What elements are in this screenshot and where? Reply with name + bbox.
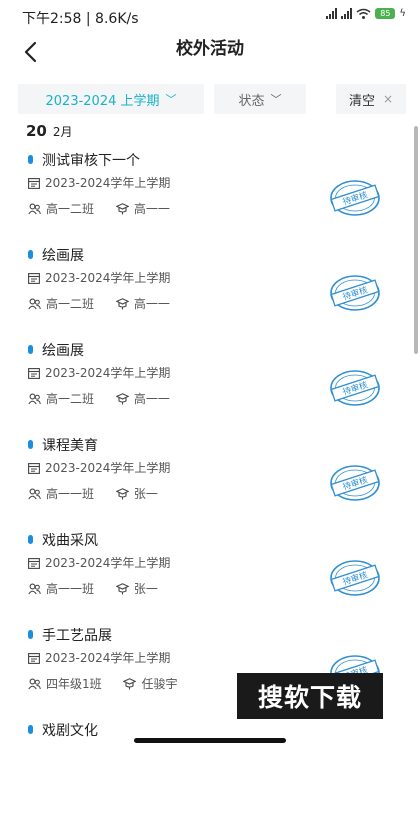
class-group-icon xyxy=(28,393,41,405)
activity-teacher: 任骏宇 xyxy=(141,677,178,691)
filter-bar: 2023-2024 上学期 ﹀ 状态 ﹀ 清空 × xyxy=(0,84,420,116)
activity-item[interactable]: 测试审核下一个 2023-2024学年上学期 高一二班 高一一 待审核 xyxy=(0,150,414,246)
activity-term: 2023-2024学年上学期 xyxy=(45,556,171,570)
activity-title: 课程美育 xyxy=(42,438,98,454)
class-group-icon xyxy=(28,678,41,690)
activity-teacher: 高一一 xyxy=(133,202,170,216)
activity-item[interactable]: 绘画展 2023-2024学年上学期 高一二班 高一一 待审核 xyxy=(0,340,414,436)
activity-title: 绘画展 xyxy=(42,343,84,359)
pending-review-stamp: 待审核 xyxy=(330,180,380,216)
activity-meta-row: 高一一班 张一 xyxy=(28,580,158,597)
class-group-icon xyxy=(28,583,41,595)
teacher-icon xyxy=(115,393,129,405)
class-group-icon xyxy=(28,203,41,215)
home-indicator xyxy=(134,738,286,743)
activity-class: 高一二班 xyxy=(46,202,95,216)
status-time: 下午2:58 | 8.6K/s xyxy=(22,11,139,27)
activity-term: 2023-2024学年上学期 xyxy=(45,366,171,380)
activity-meta-row: 高一二班 高一一 xyxy=(28,200,170,217)
pending-review-stamp: 待审核 xyxy=(330,275,380,311)
activity-item[interactable]: 戏剧文化 xyxy=(0,720,414,816)
status-filter-label: 状态 xyxy=(238,93,265,109)
calendar-doc-icon xyxy=(28,273,40,284)
title-marker-icon xyxy=(28,535,33,544)
activity-term: 2023-2024学年上学期 xyxy=(45,651,171,665)
calendar-doc-icon xyxy=(28,653,40,664)
title-marker-icon xyxy=(28,440,33,449)
activity-class: 高一二班 xyxy=(46,392,95,406)
activity-class: 高一一班 xyxy=(46,487,95,501)
activity-teacher: 张一 xyxy=(133,487,158,501)
charging-icon: ϟ xyxy=(399,8,406,19)
activity-term: 2023-2024学年上学期 xyxy=(45,176,171,190)
scrollbar[interactable] xyxy=(414,126,418,354)
activity-term: 2023-2024学年上学期 xyxy=(45,461,171,475)
pending-review-stamp: 待审核 xyxy=(330,465,380,501)
teacher-icon xyxy=(123,678,137,690)
wifi-icon xyxy=(356,8,371,19)
activity-title: 测试审核下一个 xyxy=(42,153,140,169)
group-day: 20 xyxy=(26,122,47,140)
activity-term-row: 2023-2024学年上学期 xyxy=(28,269,170,286)
activity-term: 2023-2024学年上学期 xyxy=(45,271,171,285)
activity-term-row: 2023-2024学年上学期 xyxy=(28,174,170,191)
activity-meta-row: 高一一班 张一 xyxy=(28,485,158,502)
title-marker-icon xyxy=(28,725,33,734)
activity-term-row: 2023-2024学年上学期 xyxy=(28,364,170,381)
teacher-icon xyxy=(115,203,129,215)
activity-class: 高一一班 xyxy=(46,582,95,596)
activity-teacher: 张一 xyxy=(133,582,158,596)
class-group-icon xyxy=(28,298,41,310)
activity-meta-row: 高一二班 高一一 xyxy=(28,390,170,407)
calendar-doc-icon xyxy=(28,178,40,189)
activity-teacher: 高一一 xyxy=(133,392,170,406)
title-marker-icon xyxy=(28,155,33,164)
teacher-icon xyxy=(115,298,129,310)
status-icons: 85 ϟ xyxy=(326,8,406,19)
group-month: 2月 xyxy=(52,125,73,139)
activity-title: 绘画展 xyxy=(42,248,84,264)
teacher-icon xyxy=(115,488,129,500)
clear-filters-label: 清空 xyxy=(348,93,375,109)
chevron-down-icon: ﹀ xyxy=(165,93,177,106)
teacher-icon xyxy=(115,583,129,595)
pending-review-stamp: 待审核 xyxy=(330,560,380,596)
title-marker-icon xyxy=(28,630,33,639)
header: 校外活动 xyxy=(0,30,420,74)
class-group-icon xyxy=(28,488,41,500)
activity-title: 手工艺品展 xyxy=(42,628,112,644)
activity-item[interactable]: 戏曲采风 2023-2024学年上学期 高一一班 张一 待审核 xyxy=(0,530,414,626)
pending-review-stamp: 待审核 xyxy=(330,370,380,406)
page-title: 校外活动 xyxy=(176,39,244,59)
term-filter-dropdown[interactable]: 2023-2024 上学期 ﹀ xyxy=(18,84,204,114)
signal-icon xyxy=(326,8,338,19)
calendar-doc-icon xyxy=(28,558,40,569)
clear-filters-button[interactable]: 清空 × xyxy=(336,84,406,114)
activity-class: 高一二班 xyxy=(46,297,95,311)
activity-meta-row: 四年级1班 任骏宇 xyxy=(28,675,177,692)
term-filter-label: 2023-2024 上学期 xyxy=(45,93,160,109)
activity-item[interactable]: 绘画展 2023-2024学年上学期 高一二班 高一一 待审核 xyxy=(0,245,414,341)
close-icon: × xyxy=(382,92,394,106)
watermark: 搜软下载 xyxy=(237,673,383,719)
activity-term-row: 2023-2024学年上学期 xyxy=(28,459,170,476)
status-filter-dropdown[interactable]: 状态 ﹀ xyxy=(214,84,306,114)
activity-meta-row: 高一二班 高一一 xyxy=(28,295,170,312)
title-marker-icon xyxy=(28,250,33,259)
calendar-doc-icon xyxy=(28,368,40,379)
activity-teacher: 高一一 xyxy=(133,297,170,311)
title-marker-icon xyxy=(28,345,33,354)
activity-term-row: 2023-2024学年上学期 xyxy=(28,554,170,571)
status-bar: 下午2:58 | 8.6K/s 85 ϟ xyxy=(0,0,420,30)
chevron-down-icon: ﹀ xyxy=(270,93,282,106)
calendar-doc-icon xyxy=(28,463,40,474)
signal-icon xyxy=(341,8,353,19)
activity-title: 戏剧文化 xyxy=(42,723,98,739)
activity-class: 四年级1班 xyxy=(46,677,102,691)
date-group-header: 20 2月 xyxy=(26,121,73,140)
activity-term-row: 2023-2024学年上学期 xyxy=(28,649,170,666)
battery-icon: 85 xyxy=(375,8,396,19)
activity-title: 戏曲采风 xyxy=(42,533,98,549)
activity-item[interactable]: 课程美育 2023-2024学年上学期 高一一班 张一 待审核 xyxy=(0,435,414,531)
